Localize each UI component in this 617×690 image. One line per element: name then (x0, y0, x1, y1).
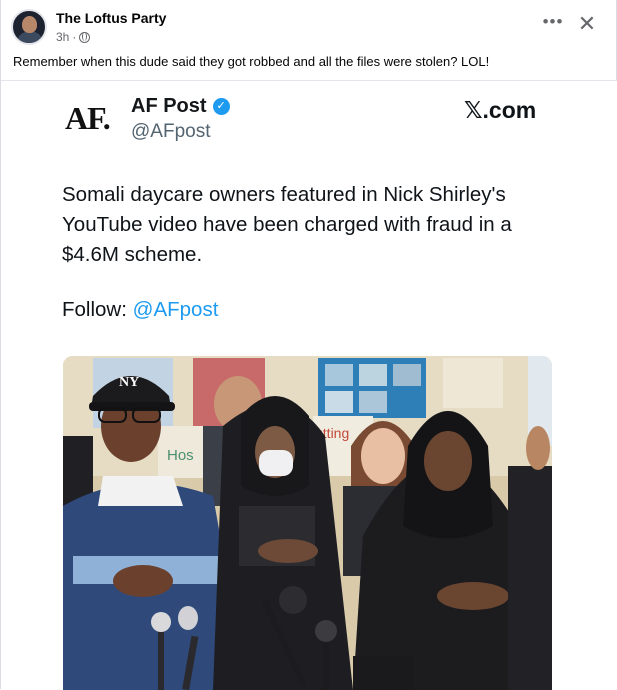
post-media[interactable]: AF. AF Post ✓ @AFpost 𝕏.com Somali dayca… (1, 80, 617, 690)
account-name-text: AF Post (131, 95, 207, 117)
tweet-account-name: AF Post ✓ (131, 95, 230, 118)
post-caption: Remember when this dude said they got ro… (13, 54, 490, 69)
more-options-button[interactable]: ••• (539, 12, 567, 36)
follow-handle-link: @AFpost (132, 298, 219, 321)
tweet-screenshot: AF. AF Post ✓ @AFpost 𝕏.com Somali dayca… (37, 87, 583, 690)
facebook-post: The Loftus Party 3h · ••• ✕ Remember whe… (0, 0, 617, 690)
press-conference-photo: Hos utting NY (63, 356, 552, 690)
meta-separator: · (72, 30, 77, 44)
verified-badge-icon: ✓ (212, 98, 230, 115)
post-meta: 3h · (56, 30, 91, 44)
x-brand-label: 𝕏.com (464, 97, 537, 123)
tweet-body: Somali daycare owners featured in Nick S… (62, 183, 512, 266)
page-name-link[interactable]: The Loftus Party (56, 10, 166, 26)
page-avatar[interactable] (11, 9, 47, 45)
cap-letters: NY (119, 375, 139, 390)
avatar-shoulders (16, 31, 44, 43)
post-timestamp[interactable]: 3h (56, 30, 69, 44)
sign-text: Hos (167, 447, 194, 464)
globe-icon[interactable] (79, 31, 91, 43)
follow-label: Follow: (62, 298, 127, 321)
close-icon[interactable]: ✕ (575, 10, 599, 38)
news-photo: Hos utting NY (63, 356, 552, 690)
post-header: The Loftus Party 3h · ••• ✕ (1, 0, 617, 50)
tweet-handle: @AFpost (131, 121, 211, 142)
tweet-follow-line: Follow: @AFpost (62, 298, 218, 322)
avatar-face (22, 16, 37, 33)
af-logo: AF. (65, 100, 111, 136)
